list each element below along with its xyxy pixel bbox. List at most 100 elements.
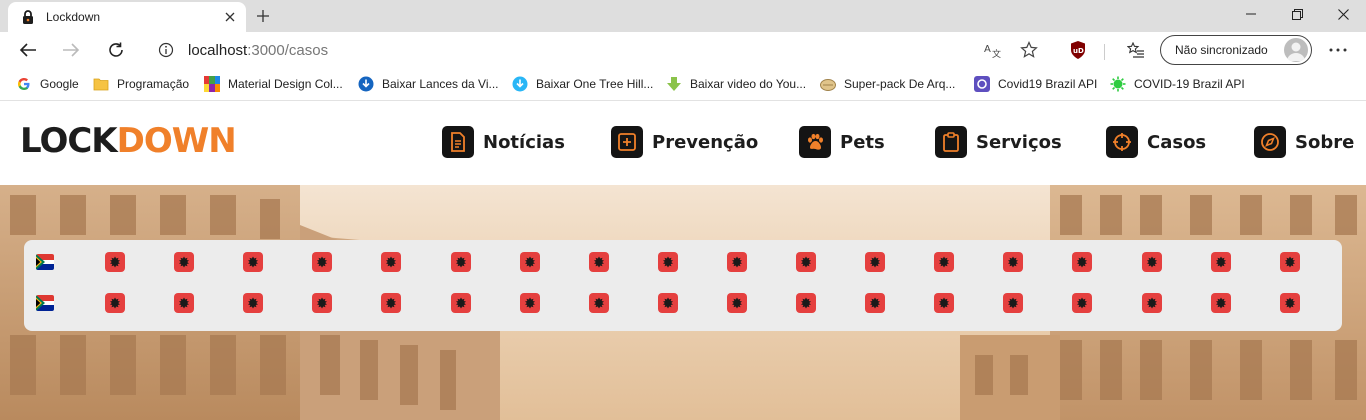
albania-flag-icon <box>589 252 609 272</box>
albania-flag-icon <box>865 293 885 313</box>
forward-arrow-icon[interactable] <box>57 36 85 64</box>
new-tab-button[interactable] <box>252 5 274 27</box>
favorites-list-icon[interactable] <box>1122 36 1150 64</box>
cases-card <box>24 240 1342 331</box>
browser-tab-strip: Lockdown <box>0 0 1366 32</box>
info-icon[interactable] <box>158 42 174 63</box>
nav-item-casos[interactable]: Casos <box>1106 125 1206 159</box>
bookmark-label: Baixar Lances da Vi... <box>382 77 499 91</box>
albania-flag-icon <box>658 252 678 272</box>
albania-flag-icon <box>312 252 332 272</box>
albania-flag-icon <box>243 252 263 272</box>
svg-text:文: 文 <box>992 48 1001 58</box>
south-africa-flag-icon <box>36 295 54 311</box>
albania-flag-icon <box>1142 293 1162 313</box>
albania-flag-icon <box>1280 252 1300 272</box>
logo-text-orange: DOWN <box>116 121 237 161</box>
google-icon <box>16 76 32 92</box>
albania-flag-icon <box>865 252 885 272</box>
document-icon <box>442 126 474 158</box>
nav-label: Pets <box>840 131 885 153</box>
bookmark-baixar-one-tree-hill[interactable]: Baixar One Tree Hill... <box>512 76 653 92</box>
bookmark-google[interactable]: Google <box>16 76 79 92</box>
bookmark-label: COVID-19 Brazil API <box>1134 77 1245 91</box>
bookmark-label: Baixar One Tree Hill... <box>536 77 654 91</box>
nav-label: Serviços <box>976 131 1062 153</box>
albania-flag-icon <box>796 252 816 272</box>
albania-flag-icon <box>1211 252 1231 272</box>
albania-flag-icon <box>934 252 954 272</box>
albania-flag-icon <box>451 252 471 272</box>
nav-item-sobre[interactable]: Sobre <box>1254 125 1354 159</box>
albania-flag-icon <box>658 293 678 313</box>
ublock-extension-icon[interactable]: uD <box>1064 36 1092 64</box>
clipboard-icon <box>935 126 967 158</box>
bookmark-covid-19-brazil-api[interactable]: COVID-19 Brazil API <box>1110 76 1245 92</box>
albania-flag-icon <box>105 293 125 313</box>
browser-toolbar: localhost:3000/casos A文 uD Não sincroniz… <box>0 32 1366 68</box>
pack-icon <box>820 76 836 92</box>
albania-flag-icon <box>174 252 194 272</box>
nav-item-pets[interactable]: Pets <box>799 125 885 159</box>
address-bar[interactable]: localhost:3000/casos A文 <box>144 35 1050 65</box>
virus-icon <box>1110 76 1126 92</box>
back-arrow-icon[interactable] <box>14 36 42 64</box>
browser-tab[interactable]: Lockdown <box>8 2 246 32</box>
albania-flag-icon <box>796 293 816 313</box>
avatar <box>1284 38 1308 62</box>
translate-icon[interactable]: A文 <box>984 42 1002 63</box>
bookmark-covid19-brazil-api[interactable]: Covid19 Brazil API <box>974 76 1097 92</box>
lock-favicon-icon <box>20 9 36 25</box>
bookmark-material-design[interactable]: Material Design Col... <box>204 76 343 92</box>
api-icon <box>974 76 990 92</box>
bookmark-label: Super-pack De Arq... <box>844 77 956 91</box>
nav-item-prevencao[interactable]: Prevenção <box>611 125 758 159</box>
albania-flag-icon <box>1280 293 1300 313</box>
bookmark-baixar-video[interactable]: Baixar video do You... <box>666 76 806 92</box>
south-africa-flag-icon <box>36 254 54 270</box>
nav-label: Prevenção <box>652 131 759 153</box>
bookmark-folder-programacao[interactable]: Programação <box>93 76 189 92</box>
sync-label: Não sincronizado <box>1175 43 1268 57</box>
albania-flag-icon <box>1072 252 1092 272</box>
logo-text-dark: LOCK <box>20 121 118 161</box>
tab-title: Lockdown <box>46 10 101 24</box>
albania-flag-icon <box>1003 293 1023 313</box>
close-window-icon[interactable] <box>1320 0 1366 28</box>
bookmark-baixar-lances[interactable]: Baixar Lances da Vi... <box>358 76 499 92</box>
nav-label: Sobre <box>1295 131 1355 153</box>
nav-label: Casos <box>1147 131 1207 153</box>
site-header: LOCKDOWN Notícias Prevenção Pets Serviço… <box>0 102 1366 185</box>
nav-item-servicos[interactable]: Serviços <box>935 125 1062 159</box>
download-icon <box>358 76 374 92</box>
bookmark-super-pack[interactable]: Super-pack De Arq... <box>820 76 955 92</box>
albania-flag-icon <box>727 293 747 313</box>
minimize-icon[interactable] <box>1228 0 1274 28</box>
refresh-icon[interactable] <box>102 36 130 64</box>
arrow-down-icon <box>666 76 682 92</box>
nav-item-noticias[interactable]: Notícias <box>442 125 565 159</box>
close-tab-icon[interactable] <box>222 9 238 25</box>
bookmarks-bar: Google Programação Material Design Col..… <box>0 68 1366 101</box>
toolbar-divider <box>1104 44 1105 60</box>
sync-profile-button[interactable]: Não sincronizado <box>1160 35 1312 65</box>
albania-flag-icon <box>520 293 540 313</box>
more-menu-icon[interactable] <box>1324 36 1352 64</box>
albania-flag-icon <box>520 252 540 272</box>
favorite-star-icon[interactable] <box>1020 41 1038 64</box>
bookmark-label: Covid19 Brazil API <box>998 77 1098 91</box>
restore-icon[interactable] <box>1274 0 1320 28</box>
albania-flag-icon <box>105 252 125 272</box>
nav-label: Notícias <box>483 131 565 153</box>
download-icon <box>512 76 528 92</box>
bookmark-label: Google <box>40 77 79 91</box>
albania-flag-icon <box>312 293 332 313</box>
albania-flag-icon <box>1211 293 1231 313</box>
albania-flag-icon <box>174 293 194 313</box>
site-logo[interactable]: LOCKDOWN <box>20 121 237 161</box>
bookmark-label: Material Design Col... <box>228 77 343 91</box>
palette-icon <box>204 76 220 92</box>
folder-icon <box>93 76 109 92</box>
crosshair-icon <box>1106 126 1138 158</box>
bookmark-label: Baixar video do You... <box>690 77 807 91</box>
